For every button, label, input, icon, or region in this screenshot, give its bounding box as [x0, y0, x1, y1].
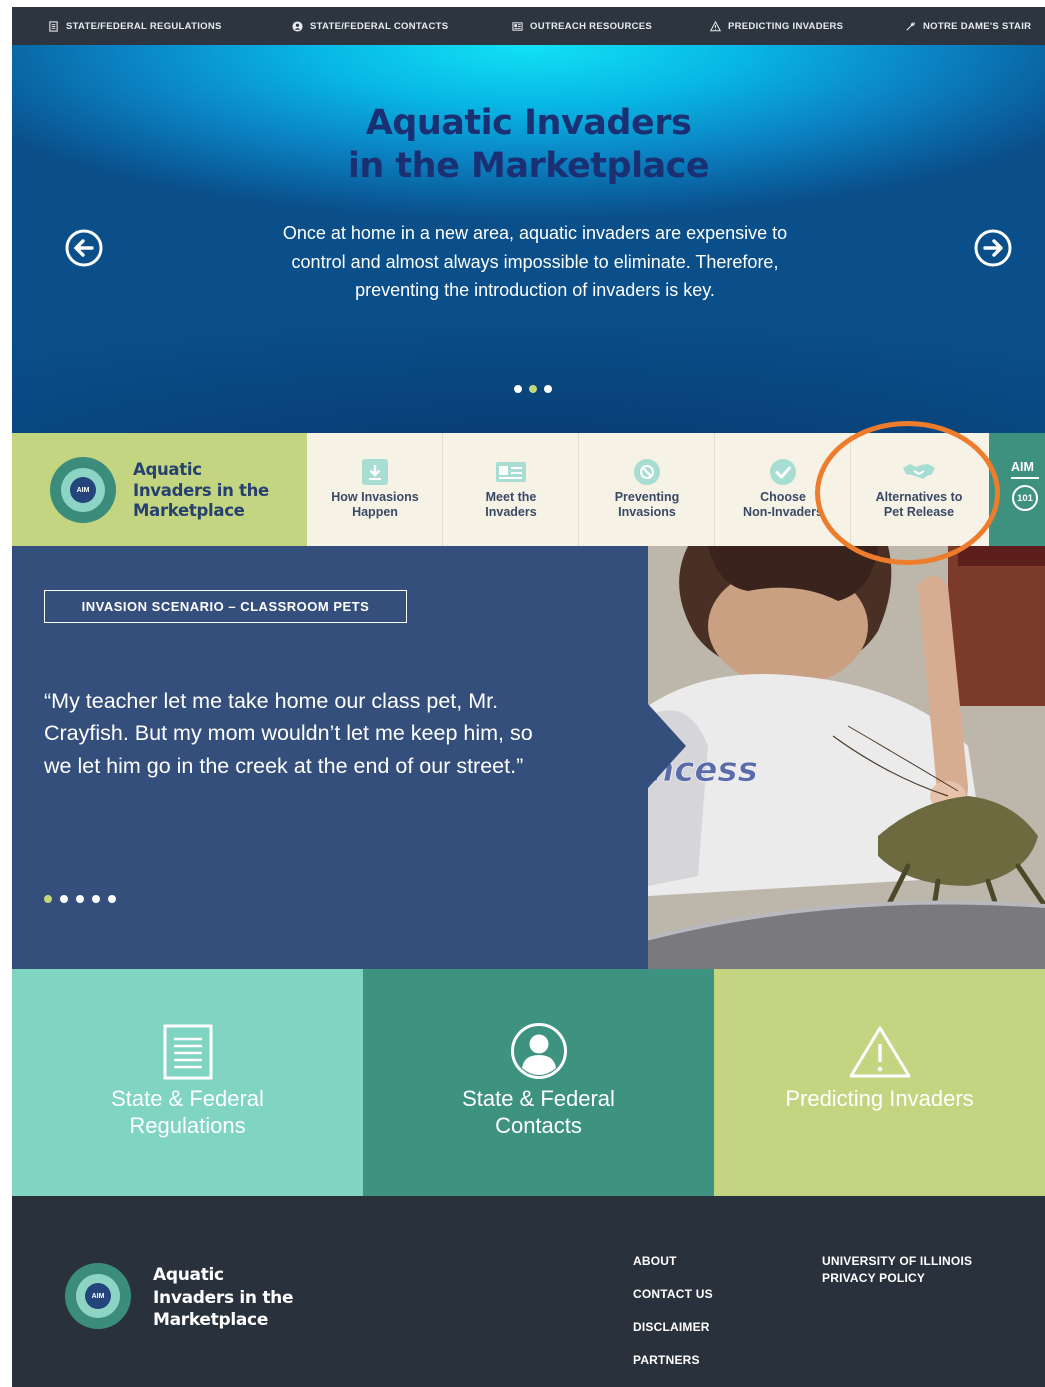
section-label: Alternatives to Pet Release — [875, 490, 963, 519]
footer: AIM Aquatic Invaders in the Marketplace … — [12, 1196, 1045, 1387]
topnav-label: STATE/FEDERAL CONTACTS — [310, 20, 449, 32]
previous-arrow-icon[interactable] — [64, 228, 104, 268]
section-how-invasions-happen[interactable]: How Invasions Happen — [307, 433, 443, 546]
brand-name: Aquatic Invaders in the Marketplace — [133, 460, 269, 520]
scenario-panel: INVASION SCENARIO – CLASSROOM PETS “My t… — [12, 546, 648, 969]
photo-illustration: ncess — [648, 546, 1045, 969]
section-preventing-invasions[interactable]: Preventing Invasions — [579, 433, 715, 546]
aim-101-badge: 101 — [1012, 485, 1038, 511]
tile-state-federal-regulations[interactable]: State & Federal Regulations — [12, 969, 363, 1196]
invasion-scenario-slider: INVASION SCENARIO – CLASSROOM PETS “My t… — [12, 546, 1045, 969]
topnav-label: NOTRE DAME'S STAIR — [923, 20, 1032, 32]
tile-label: Predicting Invaders — [785, 1086, 974, 1111]
aim-101-tab[interactable]: AIM 101 — [989, 433, 1045, 546]
download-arrow-icon — [362, 459, 388, 485]
hero-title-line1: Aquatic Invaders — [365, 103, 692, 143]
footer-aim-logo[interactable]: AIM — [65, 1263, 131, 1329]
section-label: Choose Non-Invaders — [743, 490, 823, 519]
aim-logo: AIM — [50, 457, 116, 523]
page: STATE/FEDERAL REGULATIONS STATE/FEDERAL … — [12, 7, 1045, 1387]
aim-101-title: AIM — [1011, 460, 1034, 474]
section-alternatives-to-pet-release[interactable]: Alternatives to Pet Release — [851, 433, 989, 546]
footer-link-contact-us[interactable]: CONTACT US — [633, 1287, 713, 1301]
scenario-pagination-dots — [44, 895, 116, 903]
person-circle-icon — [292, 20, 303, 32]
section-label: Preventing Invasions — [614, 490, 680, 519]
top-navigation-bar: STATE/FEDERAL REGULATIONS STATE/FEDERAL … — [12, 7, 1045, 45]
slide-dot[interactable] — [60, 895, 68, 903]
topnav-item-contacts[interactable]: STATE/FEDERAL CONTACTS — [292, 7, 448, 45]
section-navigation: AIM Aquatic Invaders in the Marketplace … — [12, 433, 1045, 546]
next-arrow-icon[interactable] — [973, 228, 1013, 268]
id-card-icon — [496, 462, 526, 482]
scenario-photo-child-with-crayfish: ncess — [648, 546, 1045, 969]
checkmark-icon — [770, 459, 796, 485]
slide-dot[interactable] — [108, 895, 116, 903]
topnav-item-regulations[interactable]: STATE/FEDERAL REGULATIONS — [48, 7, 222, 45]
tile-label: State & Federal Regulations — [111, 1086, 264, 1138]
hero-pagination-dots — [514, 385, 552, 393]
slide-dot-active[interactable] — [44, 895, 52, 903]
prohibited-icon — [634, 459, 660, 485]
warning-icon — [710, 20, 721, 31]
tile-state-federal-contacts[interactable]: State & Federal Contacts — [363, 969, 714, 1196]
footer-brand-name: Aquatic Invaders in the Marketplace — [153, 1265, 294, 1330]
footer-link-privacy-policy[interactable]: PRIVACY POLICY — [822, 1271, 925, 1285]
scenario-quote: “My teacher let me take home our class p… — [44, 689, 533, 778]
footer-link-disclaimer[interactable]: DISCLAIMER — [633, 1320, 710, 1334]
slide-dot[interactable] — [514, 385, 522, 393]
slide-dot[interactable] — [92, 895, 100, 903]
tile-predicting-invaders[interactable]: Predicting Invaders — [714, 969, 1045, 1196]
document-icon — [163, 1024, 212, 1080]
tile-label: State & Federal Contacts — [462, 1086, 615, 1138]
topnav-item-predicting[interactable]: PREDICTING INVADERS — [710, 7, 843, 45]
hero-text: Once at home in a new area, aquatic inva… — [282, 223, 788, 300]
section-label: How Invasions Happen — [331, 490, 419, 519]
topnav-label: PREDICTING INVADERS — [728, 20, 844, 32]
footer-link-university-of-illinois[interactable]: UNIVERSITY OF ILLINOIS — [822, 1254, 972, 1268]
newspaper-icon — [512, 21, 523, 31]
brand-block[interactable]: AIM Aquatic Invaders in the Marketplace — [12, 433, 307, 546]
topnav-item-stair[interactable]: NOTRE DAME'S STAIR — [905, 7, 1031, 45]
hero-slider: Aquatic Invaders in the Marketplace Once… — [12, 45, 1045, 433]
document-icon — [49, 20, 58, 32]
footer-link-about[interactable]: ABOUT — [633, 1254, 677, 1268]
section-label: Meet the Invaders — [485, 490, 537, 519]
section-choose-non-invaders[interactable]: Choose Non-Invaders — [715, 433, 851, 546]
wrench-icon — [906, 21, 915, 31]
topnav-label: STATE/FEDERAL REGULATIONS — [66, 20, 222, 32]
footer-link-partners[interactable]: PARTNERS — [633, 1353, 700, 1367]
section-meet-the-invaders[interactable]: Meet the Invaders — [443, 433, 579, 546]
handshake-icon — [903, 464, 935, 479]
slide-dot[interactable] — [544, 385, 552, 393]
hero-title-line2: in the Marketplace — [347, 146, 710, 186]
slide-dot[interactable] — [76, 895, 84, 903]
topnav-item-outreach[interactable]: OUTREACH RESOURCES — [512, 7, 652, 45]
topnav-label: OUTREACH RESOURCES — [530, 20, 653, 32]
scenario-tag: INVASION SCENARIO – CLASSROOM PETS — [44, 590, 407, 623]
slide-dot-active[interactable] — [529, 385, 537, 393]
quick-link-tiles: State & Federal Regulations State & Feder… — [12, 969, 1045, 1196]
warning-icon — [849, 1026, 910, 1078]
person-circle-icon — [510, 1023, 567, 1079]
